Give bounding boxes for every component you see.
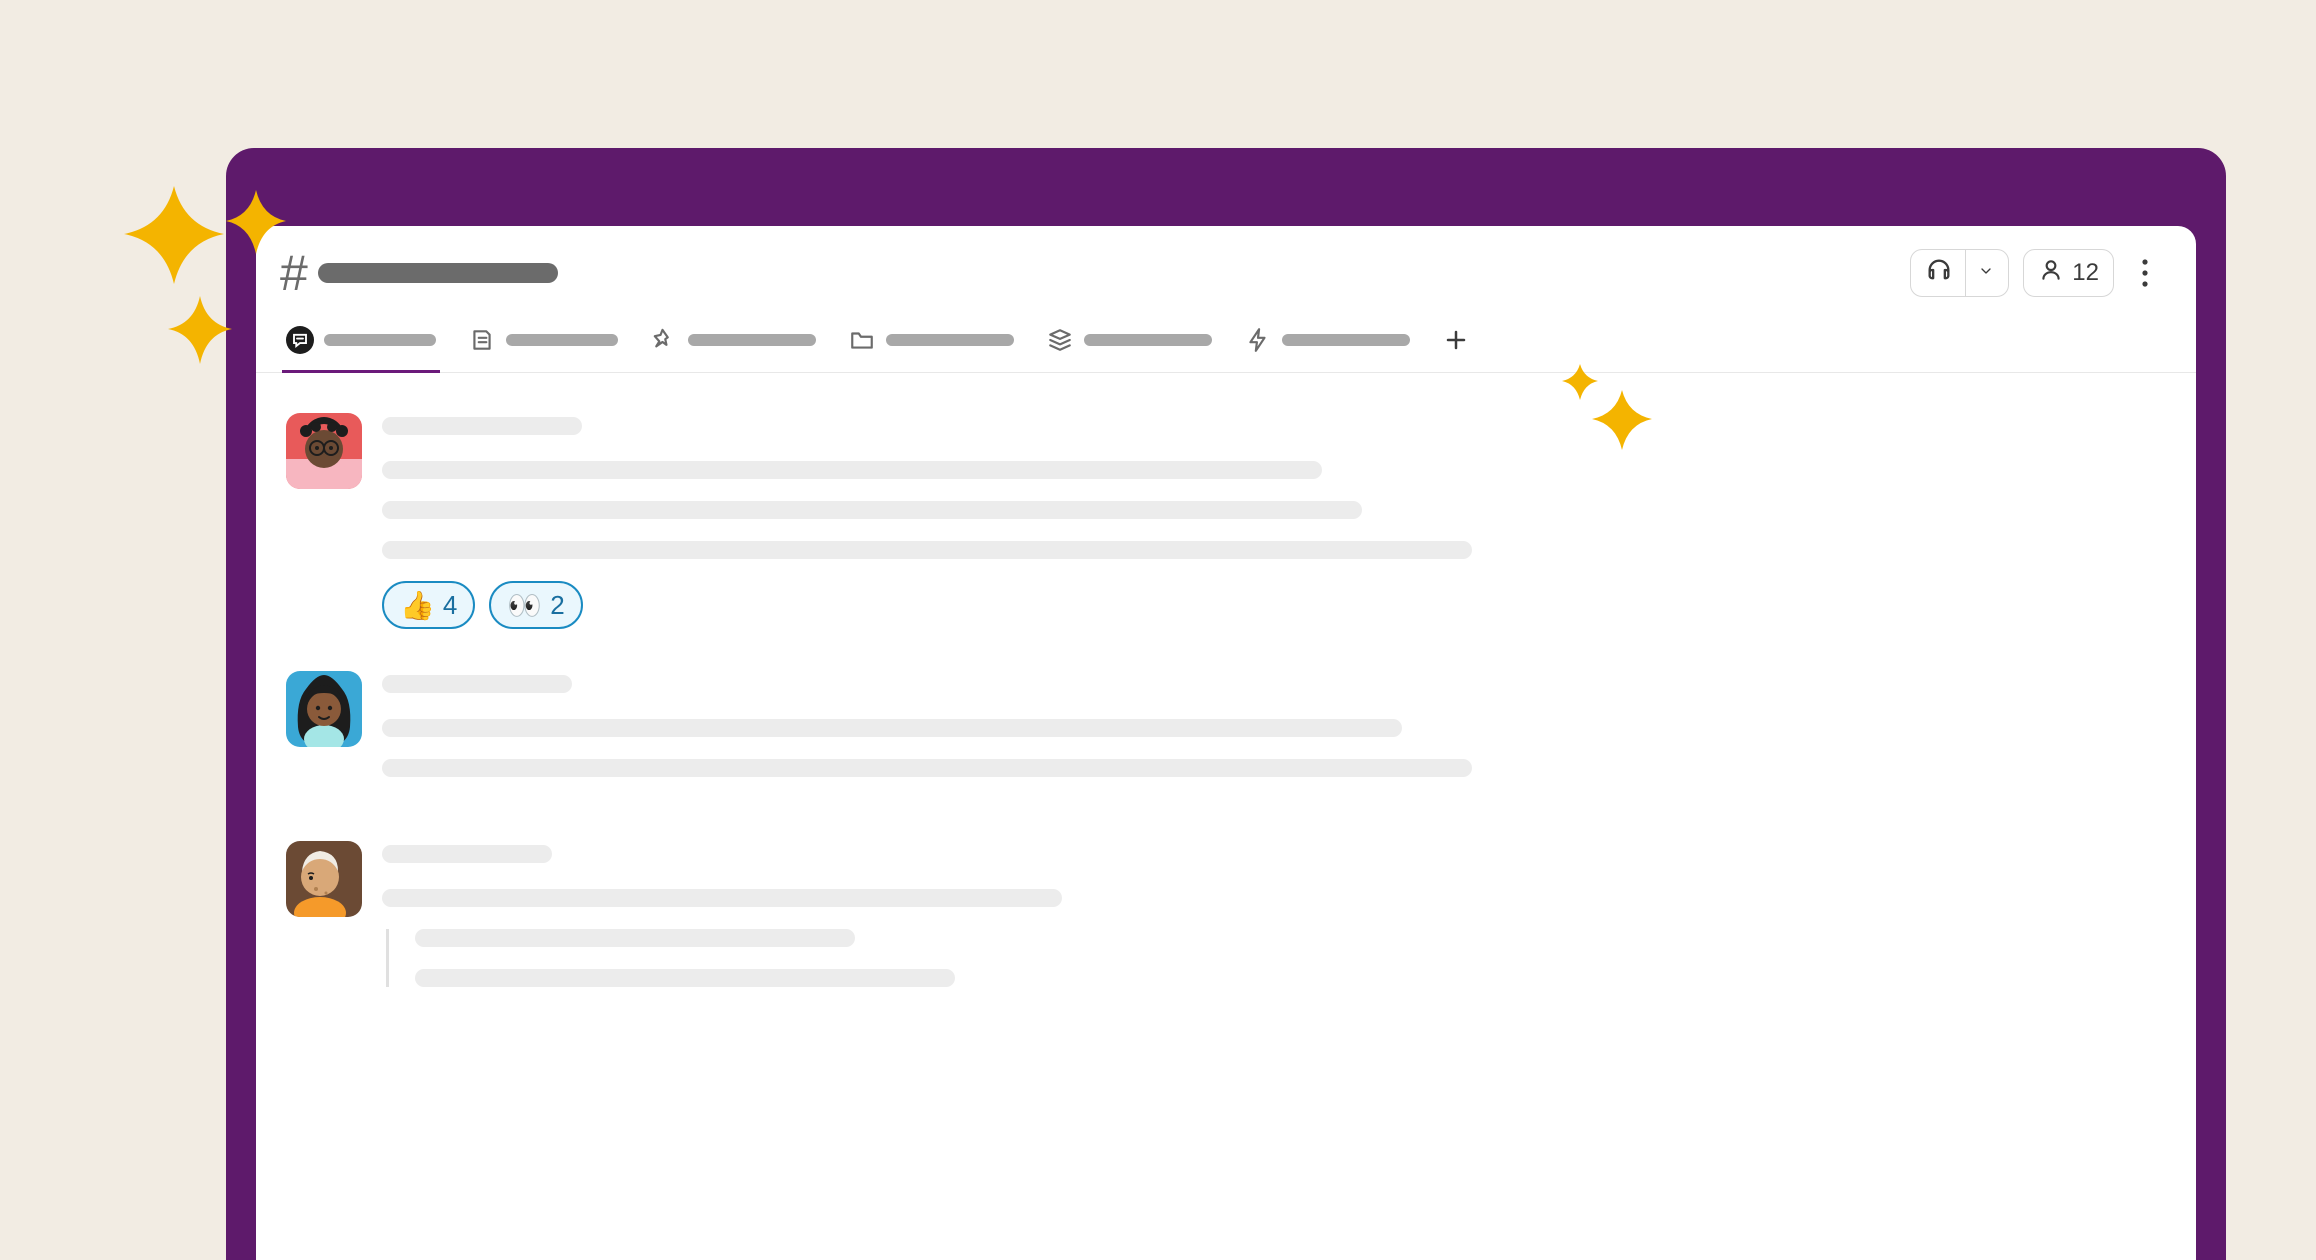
tab-label-placeholder: [886, 334, 1014, 346]
headphones-icon: [1925, 256, 1953, 291]
avatar[interactable]: [286, 413, 362, 489]
tab-label-placeholder: [1282, 334, 1410, 346]
hash-icon: #: [280, 248, 308, 298]
tab-label-placeholder: [688, 334, 816, 346]
tab-canvas[interactable]: [468, 326, 618, 372]
pill-divider: [1965, 250, 1966, 296]
pin-icon: [650, 326, 678, 354]
message: [286, 841, 2166, 1009]
bolt-icon: [1244, 326, 1272, 354]
thread-reply[interactable]: [386, 929, 2166, 987]
reaction-emoji: 👀: [507, 589, 542, 622]
stack-icon: [1046, 326, 1074, 354]
channel-title[interactable]: #: [280, 248, 558, 298]
message-author-placeholder: [382, 675, 572, 693]
folder-icon: [848, 326, 876, 354]
person-icon: [2038, 257, 2064, 290]
member-count: 12: [2072, 259, 2099, 287]
reaction-chip[interactable]: 👍4: [382, 581, 475, 629]
tab-label-placeholder: [324, 334, 436, 346]
message-text-placeholder: [382, 719, 1402, 737]
message: 👍4👀2: [286, 413, 2166, 629]
more-actions-button[interactable]: [2128, 258, 2162, 288]
tab-messages[interactable]: [286, 326, 436, 372]
message-text-placeholder: [382, 501, 1362, 519]
message-author-placeholder: [382, 845, 552, 863]
reaction-count: 2: [550, 590, 564, 621]
canvas-icon: [468, 326, 496, 354]
tab-pin[interactable]: [650, 326, 816, 372]
tab-stack[interactable]: [1046, 326, 1212, 372]
message-text-placeholder: [382, 759, 1472, 777]
reaction-emoji: 👍: [400, 589, 435, 622]
members-button[interactable]: 12: [2023, 249, 2114, 297]
message: [286, 671, 2166, 799]
messages-icon: [286, 326, 314, 354]
reactions: 👍4👀2: [382, 581, 2166, 629]
message-text-placeholder: [382, 889, 1062, 907]
message-body: 👍4👀2: [382, 413, 2166, 629]
message-author-placeholder: [382, 417, 582, 435]
channel-tabs: [256, 298, 2196, 373]
tab-label-placeholder: [506, 334, 618, 346]
channel-window: # 12: [256, 226, 2196, 1260]
tab-bolt[interactable]: [1244, 326, 1410, 372]
channel-header: # 12: [256, 226, 2196, 298]
thread-text-placeholder: [415, 969, 955, 987]
message-list: 👍4👀2: [256, 373, 2196, 1009]
add-tab-button[interactable]: [1442, 335, 1470, 363]
huddle-button[interactable]: [1910, 249, 2009, 297]
reaction-chip[interactable]: 👀2: [489, 581, 582, 629]
tab-folder[interactable]: [848, 326, 1014, 372]
header-actions: 12: [1910, 249, 2162, 297]
message-body: [382, 671, 2166, 799]
reaction-count: 4: [443, 590, 457, 621]
chevron-down-icon[interactable]: [1978, 263, 1994, 284]
avatar[interactable]: [286, 671, 362, 747]
message-text-placeholder: [382, 541, 1472, 559]
message-body: [382, 841, 2166, 1009]
channel-name-placeholder: [318, 263, 558, 283]
message-text-placeholder: [382, 461, 1322, 479]
avatar[interactable]: [286, 841, 362, 917]
tab-label-placeholder: [1084, 334, 1212, 346]
thread-text-placeholder: [415, 929, 855, 947]
app-frame: # 12: [226, 148, 2226, 1260]
